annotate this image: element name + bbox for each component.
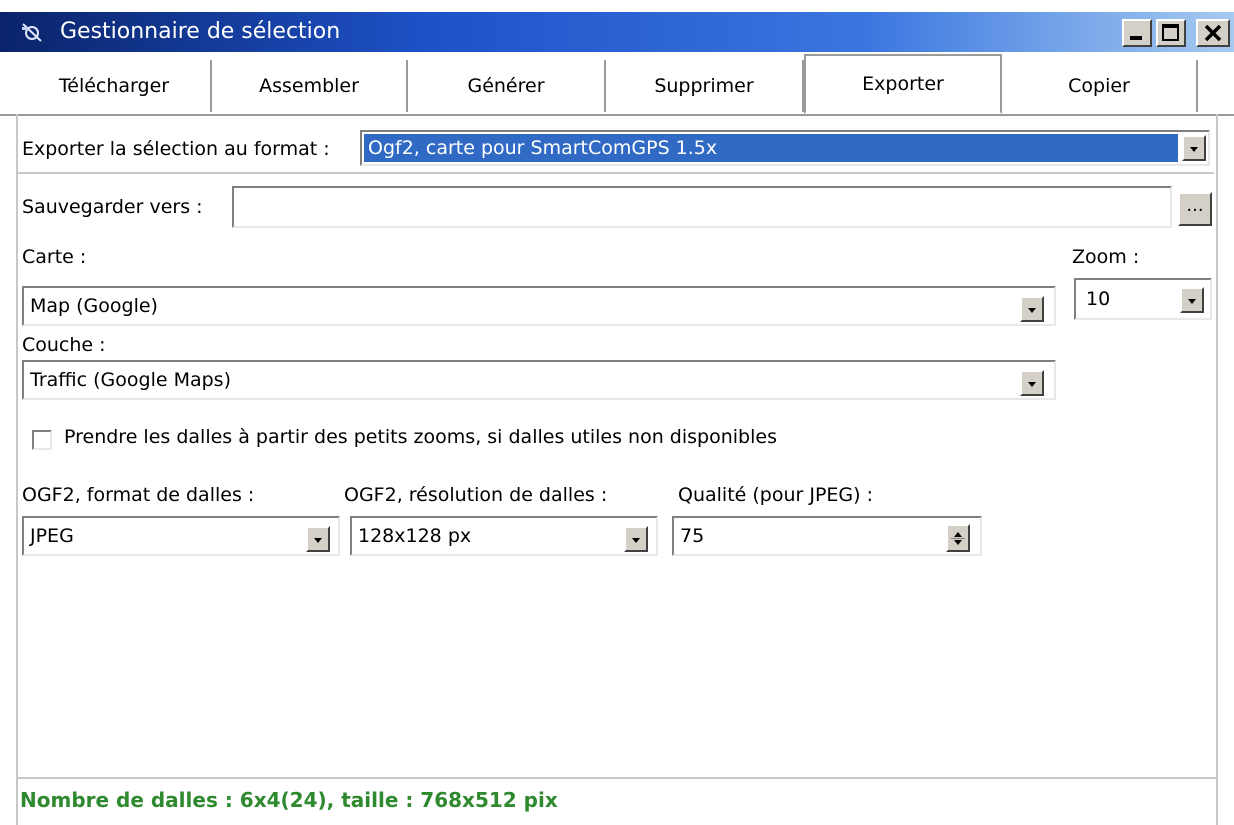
tile-format-dropdown-button[interactable]: [306, 526, 330, 552]
couche-label: Couche :: [22, 334, 106, 356]
separator: [18, 172, 1214, 174]
tile-resolution-label: OGF2, résolution de dalles :: [344, 484, 608, 506]
minimize-button[interactable]: [1122, 19, 1152, 47]
zoom-label: Zoom :: [1072, 246, 1140, 268]
tile-format-label: OGF2, format de dalles :: [22, 484, 255, 506]
save-to-label: Sauvegarder vers :: [22, 196, 203, 218]
satellite-icon: [20, 21, 44, 43]
small-zoom-label: Prendre les dalles à partir des petits z…: [64, 426, 777, 448]
tab-copier[interactable]: Copier: [1002, 60, 1198, 112]
export-format-value: Ogf2, carte pour SmartComGPS 1.5x: [368, 137, 718, 159]
export-format-label: Exporter la sélection au format :: [22, 138, 330, 160]
maximize-button[interactable]: [1156, 19, 1186, 47]
tile-resolution-select[interactable]: 128x128 px: [350, 516, 658, 556]
carte-dropdown-button[interactable]: [1020, 296, 1044, 322]
tab-generer[interactable]: Générer: [408, 60, 606, 112]
tab-telecharger[interactable]: Télécharger: [18, 60, 212, 112]
zoom-dropdown-button[interactable]: [1180, 287, 1204, 313]
quality-stepper-button[interactable]: [946, 524, 970, 552]
export-format-select[interactable]: Ogf2, carte pour SmartComGPS 1.5x: [360, 130, 1210, 166]
selection-manager-window: Gestionnaire de sélection Télécharger As…: [0, 0, 1234, 825]
tab-supprimer[interactable]: Supprimer: [606, 60, 804, 112]
couche-dropdown-button[interactable]: [1020, 370, 1044, 396]
zoom-select[interactable]: 10: [1074, 278, 1212, 320]
close-button[interactable]: [1196, 19, 1230, 47]
quality-spinner[interactable]: 75: [672, 516, 982, 556]
small-zoom-checkbox[interactable]: [32, 430, 52, 450]
status-separator: [18, 777, 1218, 779]
quality-label: Qualité (pour JPEG) :: [678, 484, 874, 506]
carte-select[interactable]: Map (Google): [22, 286, 1056, 326]
tile-resolution-dropdown-button[interactable]: [624, 526, 648, 552]
save-path-input[interactable]: [232, 186, 1172, 228]
title-bar[interactable]: Gestionnaire de sélection: [0, 12, 1234, 52]
status-text: Nombre de dalles : 6x4(24), taille : 768…: [20, 788, 558, 812]
couche-select[interactable]: Traffic (Google Maps): [22, 360, 1056, 400]
tab-assembler[interactable]: Assembler: [212, 60, 408, 112]
tab-strip: Télécharger Assembler Générer Supprimer …: [0, 52, 1234, 116]
carte-label: Carte :: [22, 246, 87, 268]
window-title: Gestionnaire de sélection: [60, 19, 341, 44]
browse-button[interactable]: ...: [1178, 192, 1212, 226]
tab-exporter[interactable]: Exporter: [804, 54, 1002, 114]
tile-format-select[interactable]: JPEG: [22, 516, 340, 556]
export-format-dropdown-button[interactable]: [1182, 135, 1206, 161]
